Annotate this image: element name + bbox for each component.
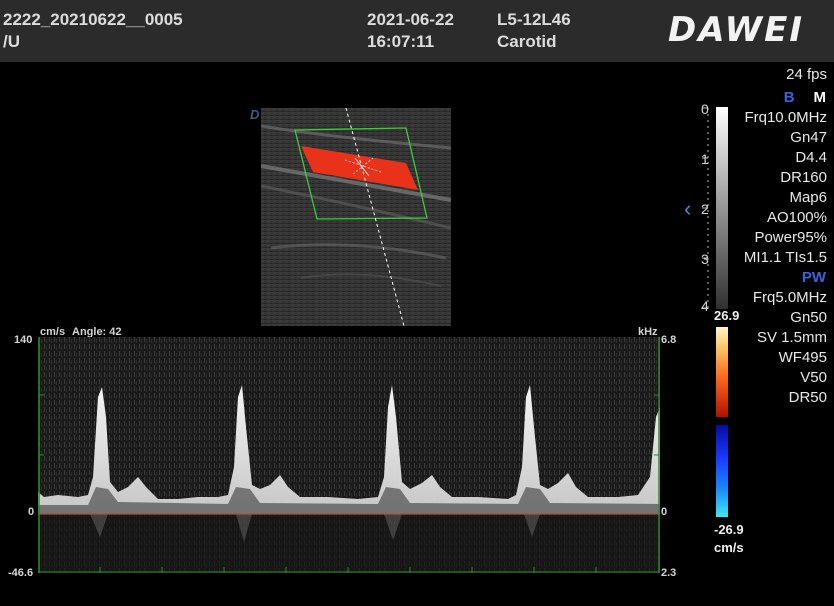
probe-name: L5-12L46 [497,10,571,29]
color-bar-min: -26.9 [714,522,744,537]
pw-param-wall-filter: WF495 [778,349,827,366]
velocity-baseline: 0 [28,506,35,518]
chevron-left-icon[interactable]: ‹ [684,196,691,222]
b-param-ao: AO100% [766,209,827,226]
pw-param-gain: Gn50 [790,309,827,326]
pw-mode-label[interactable]: PW [802,269,826,286]
color-bar-unit: cm/s [714,540,744,555]
frame-rate: 24 fps [786,66,827,83]
depth-tick-2: 2 [701,201,709,217]
b-mode-label[interactable]: B [784,89,795,106]
brand-logo: DAWEI [668,10,805,50]
b-param-mi-tis: MI1.1 TIs1.5 [743,249,827,266]
depth-tick-0: 0 [701,101,709,117]
unit-label: /U [3,32,20,51]
velocity-max: 140 [14,334,33,346]
preset-name: Carotid [497,32,557,51]
patient-id: 2222_20210622__0005 [3,10,183,29]
b-param-dynamic-range: DR160 [780,169,827,186]
exam-time: 16:07:11 [367,32,435,51]
exam-date: 2021-06-22 [367,10,454,29]
b-param-power: Power95% [754,229,827,246]
mode-header: B M [784,89,826,107]
header-bar: 2222_20210622__0005 /U 2021-06-22 16:07:… [0,0,834,62]
b-param-depth: D4.4 [795,149,827,166]
b-param-gain: Gn47 [790,129,827,146]
pw-param-list: Frq5.0MHz Gn50 SV 1.5mm WF495 V50 DR50 [753,288,827,408]
image-orientation-marker: D [250,107,260,122]
color-bar-negative [716,425,728,517]
grayscale-bar [716,107,728,309]
pw-param-dynamic-range: DR50 [788,389,827,406]
depth-tick-1: 1 [701,151,709,167]
frequency-baseline: 0 [661,506,668,518]
frequency-max: 6.8 [661,334,677,346]
pw-param-velocity: V50 [800,369,827,386]
b-param-list: Frq10.0MHz Gn47 D4.4 DR160 Map6 AO100% P… [744,108,827,268]
velocity-min: -46.6 [8,567,34,579]
b-param-frequency: Frq10.0MHz [744,109,827,126]
b-param-map: Map6 [789,189,827,206]
color-bar-max: 26.9 [714,308,740,323]
depth-tick-4: 4 [701,298,709,314]
m-mode-label[interactable]: M [814,89,827,106]
depth-tick-3: 3 [701,251,709,267]
pw-param-frequency: Frq5.0MHz [752,289,827,306]
b-mode-image[interactable] [261,108,451,326]
frequency-min: 2.3 [661,567,677,579]
pw-param-sample-volume: SV 1.5mm [756,329,827,346]
color-bar-positive [716,327,728,417]
doppler-spectrum[interactable] [38,337,660,573]
